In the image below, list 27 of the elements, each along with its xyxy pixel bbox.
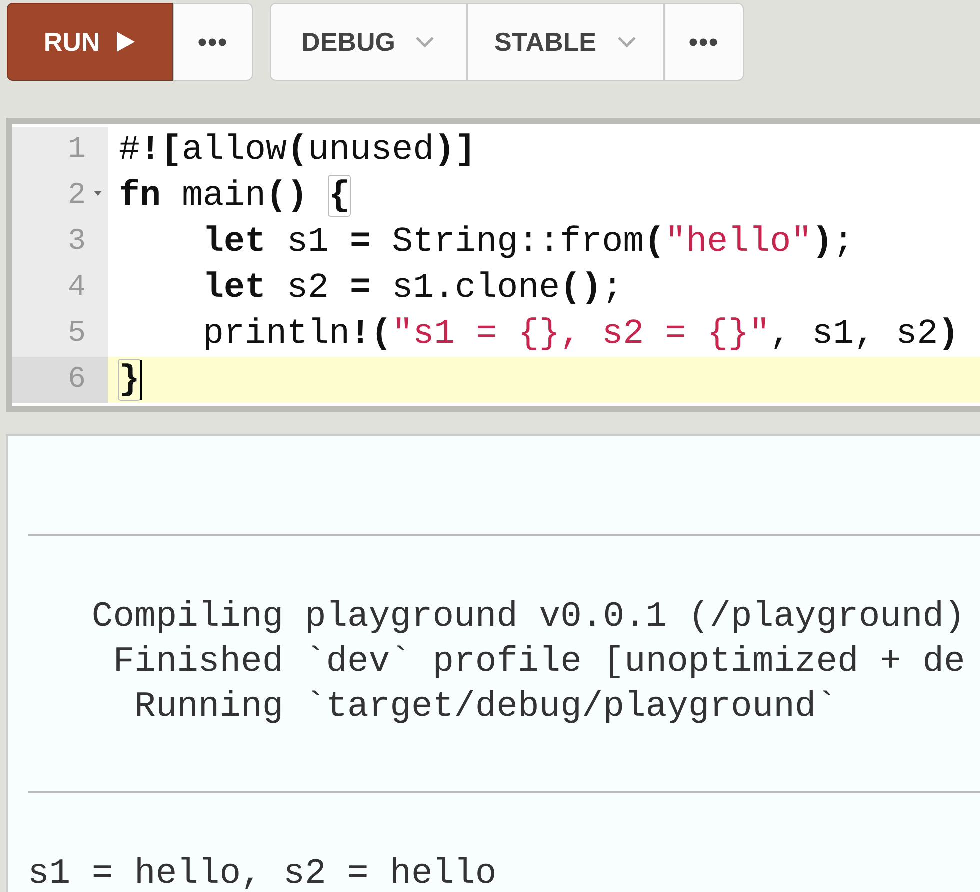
line-number: 3 bbox=[68, 224, 86, 260]
line-number: 2 bbox=[68, 178, 86, 214]
dropdown-button[interactable]: STABLE bbox=[467, 3, 664, 81]
more-button[interactable]: ••• bbox=[664, 3, 744, 81]
chevron-down-icon bbox=[616, 36, 637, 48]
output-line: Compiling playground v0.0.1 (/playground) bbox=[90, 595, 966, 639]
code-line: #![allow(unused)] bbox=[119, 129, 476, 172]
code-line: fn main() { bbox=[119, 175, 350, 218]
chevron-down-icon bbox=[415, 36, 436, 48]
play-icon bbox=[116, 31, 136, 53]
run-button[interactable]: RUN bbox=[7, 3, 173, 81]
more-button[interactable]: ••• bbox=[173, 3, 253, 81]
output-line: Running `target/debug/playground` bbox=[134, 685, 839, 729]
code-line: let s2 = s1.clone(); bbox=[202, 267, 624, 310]
code-line: let s1 = String::from("hello"); bbox=[202, 221, 854, 264]
code-line: println!("s1 = {}, s2 = {}", s1, s2) bbox=[202, 313, 960, 356]
output-line: s1 = hello, s2 = hello bbox=[28, 852, 498, 892]
output-line: Finished `dev` profile [unoptimized + de bbox=[112, 640, 966, 684]
code-editor[interactable]: 1 #![allow(unused)] 2 fn main() { 3 let s1 = String::from("hello"); 4 let s2 = s1.clone(); 5 println!("s1 = {}, s2 = {}", s1, s2) 6 } bbox=[6, 118, 980, 412]
dropdown-button[interactable]: DEBUG bbox=[270, 3, 467, 81]
text-cursor bbox=[140, 360, 142, 400]
line-number: 5 bbox=[68, 316, 86, 352]
line-number: 6 bbox=[68, 362, 86, 398]
line-number: 4 bbox=[68, 270, 86, 306]
fold-caret-icon[interactable] bbox=[94, 191, 102, 197]
line-number: 1 bbox=[68, 132, 86, 168]
code-line: } bbox=[119, 359, 140, 402]
